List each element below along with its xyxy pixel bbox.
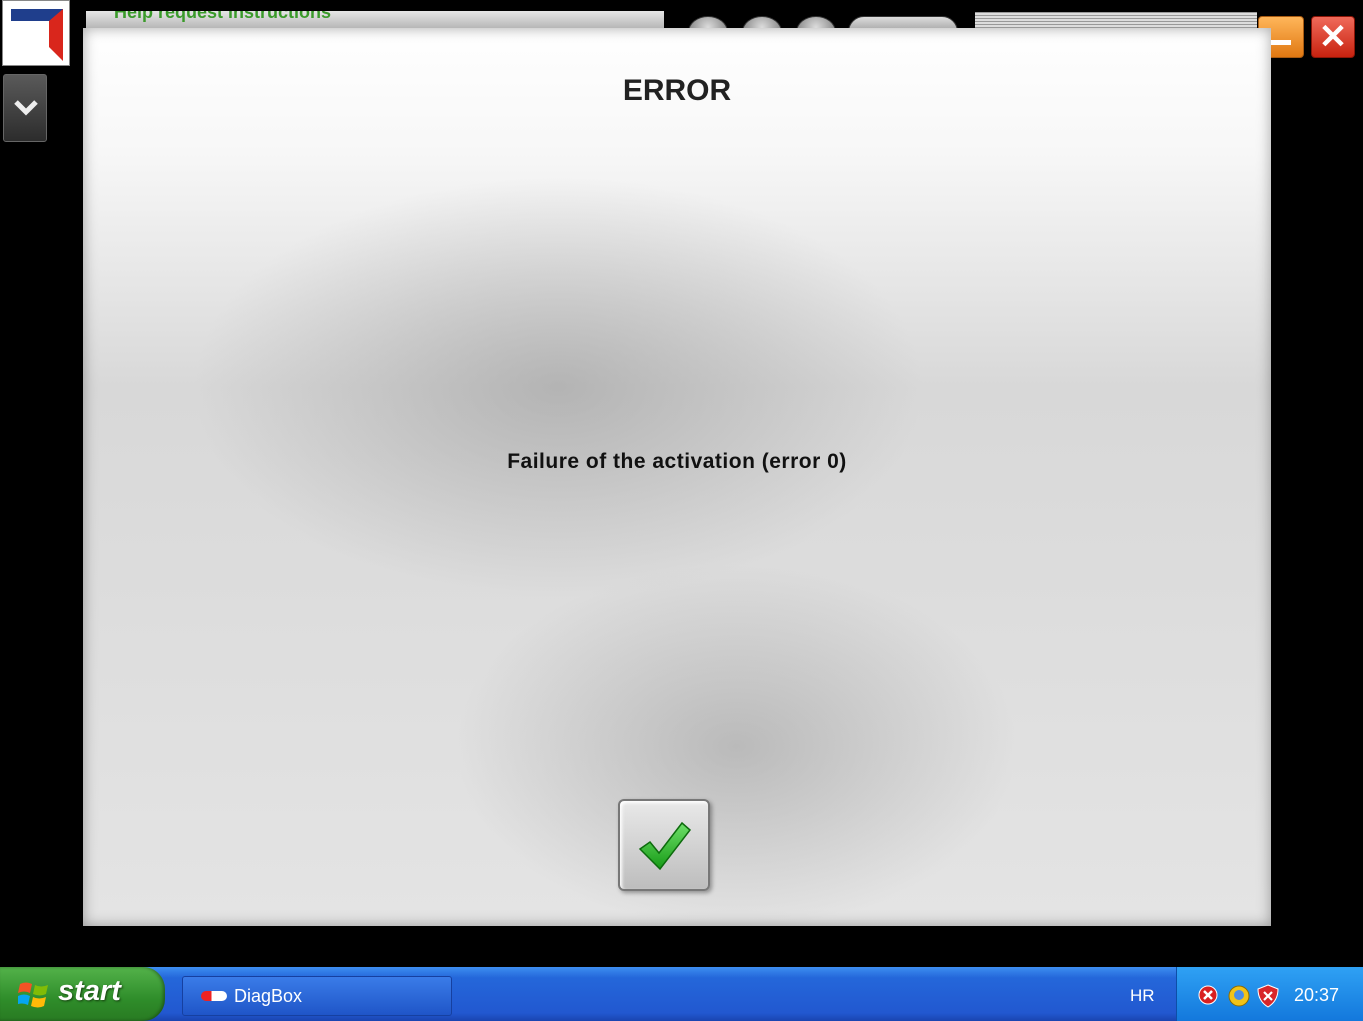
start-button[interactable]: start bbox=[0, 967, 165, 1021]
background-header-text: Help request instructions bbox=[114, 11, 332, 22]
taskbar-item-label: DiagBox bbox=[234, 986, 303, 1006]
error-message: Failure of the activation (error 0) bbox=[507, 450, 847, 473]
app-logo-icon[interactable] bbox=[2, 0, 70, 66]
chevron-down-icon bbox=[14, 100, 38, 116]
taskbar-item-diagbox[interactable]: DiagBox bbox=[182, 976, 452, 1016]
collapse-button[interactable] bbox=[3, 74, 47, 142]
confirm-button[interactable] bbox=[618, 799, 710, 891]
clock[interactable]: 20:37 bbox=[1294, 985, 1339, 1006]
windows-flag-icon bbox=[18, 982, 48, 1008]
diagbox-icon bbox=[201, 991, 227, 1001]
start-label: start bbox=[58, 975, 121, 1007]
shield-icon[interactable] bbox=[1257, 984, 1279, 1008]
taskbar: start DiagBox HR 20:37 bbox=[0, 967, 1363, 1021]
error-dialog: ERROR Failure of the activation (error 0… bbox=[83, 28, 1271, 926]
close-button[interactable]: ✕ bbox=[1311, 16, 1355, 58]
network-icon[interactable] bbox=[1227, 984, 1251, 1008]
system-tray: 20:37 bbox=[1176, 967, 1363, 1021]
checkmark-icon bbox=[638, 821, 692, 871]
dialog-title: ERROR bbox=[622, 74, 732, 107]
security-alert-icon[interactable] bbox=[1197, 984, 1219, 1006]
language-indicator[interactable]: HR bbox=[1130, 986, 1155, 1006]
